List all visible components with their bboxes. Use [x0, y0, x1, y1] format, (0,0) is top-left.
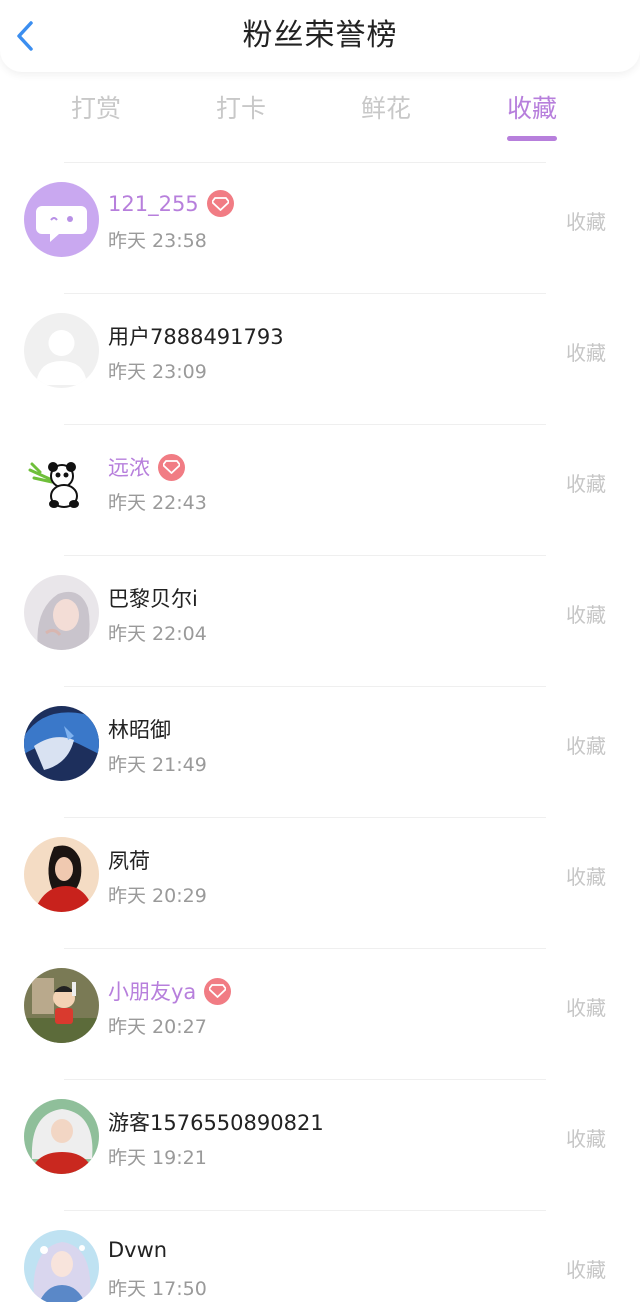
- favorite-label: 收藏: [566, 472, 606, 496]
- fan-time: 昨天 23:09: [108, 361, 207, 383]
- favorite-label: 收藏: [566, 734, 606, 758]
- girl-red-dress-avatar[interactable]: [24, 837, 99, 912]
- fan-name: 121_255: [108, 190, 234, 217]
- fan-time: 昨天 22:43: [108, 492, 207, 514]
- divider: [64, 817, 546, 818]
- active-tab-indicator: [507, 136, 557, 141]
- panda-avatar[interactable]: [24, 444, 99, 519]
- fan-name: 用户7888491793: [108, 325, 284, 349]
- cartoon-boy-avatar[interactable]: [24, 968, 99, 1043]
- favorite-label: 收藏: [566, 603, 606, 627]
- fan-time: 昨天 21:49: [108, 754, 207, 776]
- list-item[interactable]: 121_255 昨天 23:58 收藏: [0, 162, 640, 293]
- fan-time: 昨天 17:50: [108, 1278, 207, 1300]
- list-item[interactable]: 小朋友ya 昨天 20:27 收藏: [0, 948, 640, 1079]
- fan-time: 昨天 20:27: [108, 1016, 207, 1038]
- divider: [64, 1210, 546, 1211]
- favorite-label: 收藏: [566, 1258, 606, 1282]
- vip-badge-icon: [206, 190, 234, 217]
- tab-flowers[interactable]: 鲜花: [331, 84, 441, 134]
- list-item[interactable]: Dvwn 昨天 17:50 收藏: [0, 1210, 640, 1302]
- list-item[interactable]: 远浓 昨天 22:43 收藏: [0, 424, 640, 555]
- anime-blue-hair-avatar[interactable]: [24, 706, 99, 781]
- divider: [64, 162, 546, 163]
- favorite-label: 收藏: [566, 865, 606, 889]
- divider: [64, 686, 546, 687]
- fan-time: 昨天 23:58: [108, 230, 207, 252]
- fan-time: 昨天 19:21: [108, 1147, 207, 1169]
- vip-badge-icon: [158, 453, 185, 481]
- fan-name: 巴黎贝尔i: [108, 587, 198, 611]
- divider: [64, 555, 546, 556]
- anime-white-hair-red-avatar[interactable]: [24, 1099, 99, 1174]
- page-title: 粉丝荣誉榜: [242, 18, 398, 53]
- tab-reward[interactable]: 打赏: [41, 84, 151, 134]
- fan-time: 昨天 22:04: [108, 623, 207, 645]
- divider: [64, 293, 546, 294]
- favorite-label: 收藏: [566, 1127, 606, 1151]
- divider: [64, 1079, 546, 1080]
- fan-name: 林昭御: [108, 718, 171, 742]
- default-user-avatar[interactable]: [24, 313, 99, 388]
- favorite-label: 收藏: [566, 341, 606, 365]
- anime-girl-blue-avatar[interactable]: [24, 1230, 99, 1302]
- favorite-label: 收藏: [566, 996, 606, 1020]
- list-item[interactable]: 林昭御 昨天 21:49 收藏: [0, 686, 640, 817]
- divider: [64, 424, 546, 425]
- chat-bubble-avatar[interactable]: [24, 182, 99, 257]
- fan-name: 远浓: [108, 452, 185, 482]
- divider: [64, 948, 546, 949]
- list-item[interactable]: 游客1576550890821 昨天 19:21 收藏: [0, 1079, 640, 1210]
- list-item[interactable]: 夙荷 昨天 20:29 收藏: [0, 817, 640, 948]
- favorite-label: 收藏: [566, 210, 606, 234]
- fan-time: 昨天 20:29: [108, 885, 207, 907]
- list-item[interactable]: 巴黎贝尔i 昨天 22:04 收藏: [0, 555, 640, 686]
- tab-bar: 打赏 打卡 鲜花 收藏: [0, 84, 640, 140]
- fan-name: 游客1576550890821: [108, 1111, 324, 1135]
- list-item[interactable]: 用户7888491793 昨天 23:09 收藏: [0, 293, 640, 424]
- fan-name: Dvwn: [108, 1238, 168, 1262]
- fan-name: 夙荷: [108, 849, 150, 873]
- vip-badge-icon: [204, 977, 232, 1005]
- anime-girl-grey-hair-avatar[interactable]: [24, 575, 99, 650]
- fan-name: 小朋友ya: [108, 976, 232, 1006]
- tab-checkin[interactable]: 打卡: [186, 84, 296, 134]
- tab-favorites[interactable]: 收藏: [477, 84, 587, 134]
- top-bar: 粉丝荣誉榜: [0, 0, 640, 72]
